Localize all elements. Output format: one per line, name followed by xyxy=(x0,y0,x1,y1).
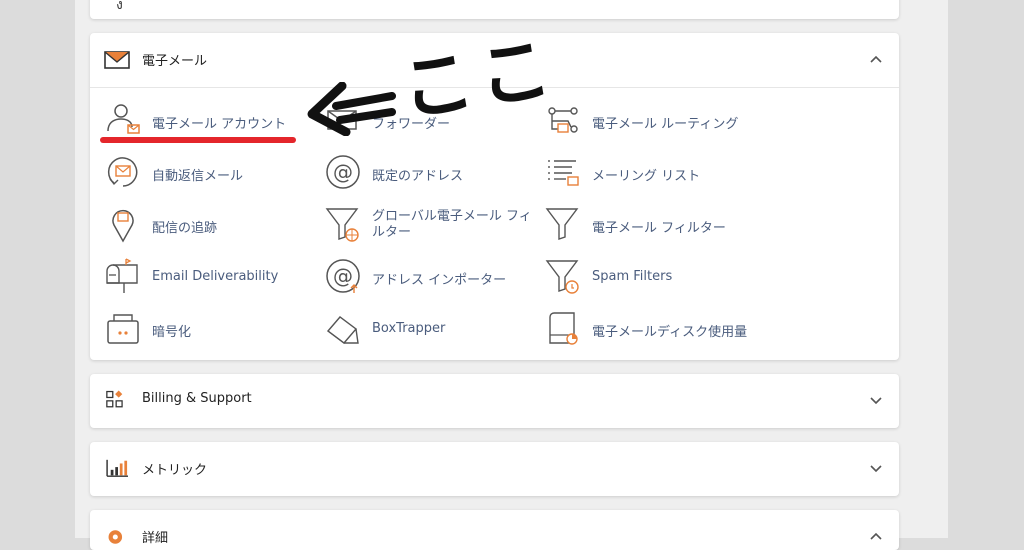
track-delivery-icon xyxy=(112,209,134,243)
address-importer-icon: @ xyxy=(326,259,360,293)
section-title: 電子メール xyxy=(142,54,208,69)
svg-text:@: @ xyxy=(333,264,353,288)
mailbox-icon xyxy=(106,258,138,293)
boxtrapper-item[interactable]: BoxTrapper xyxy=(324,309,524,349)
email-deliverability-item[interactable]: Email Deliverability xyxy=(104,257,304,297)
user-mail-icon xyxy=(107,104,140,134)
address-importer-item[interactable]: @ アドレス インポーター xyxy=(324,257,524,297)
svg-text:@: @ xyxy=(333,160,353,184)
mailing-lists-item[interactable]: メーリング リスト xyxy=(544,153,784,193)
spam-filters-item[interactable]: Spam Filters xyxy=(544,257,784,297)
item-label: アドレス インポーター xyxy=(372,273,507,288)
envelope-icon xyxy=(104,51,130,69)
autoresponder-icon xyxy=(107,157,138,187)
section-title: メトリック xyxy=(142,463,208,478)
item-label: 電子メール フィルター xyxy=(592,221,726,236)
chevron-down-icon[interactable] xyxy=(869,395,883,405)
autoresponders-item[interactable]: 自動返信メール xyxy=(104,153,304,193)
default-address-item[interactable]: @ 既定のアドレス xyxy=(324,153,524,193)
metrics-section[interactable]: メトリック xyxy=(90,442,899,496)
item-label: 電子メール ルーティング xyxy=(592,117,739,132)
encryption-icon xyxy=(107,314,139,344)
item-label: 配信の追跡 xyxy=(152,221,218,236)
billing-section[interactable]: Billing & Support xyxy=(90,374,899,428)
section-title: 詳細 xyxy=(142,531,169,546)
item-label: グローバル電子メール フィルター xyxy=(372,209,532,240)
item-label: メーリング リスト xyxy=(592,169,701,184)
email-disk-usage-item[interactable]: 電子メールディスク使用量 xyxy=(544,309,784,349)
section-title: Billing & Support xyxy=(142,391,252,406)
item-label: 既定のアドレス xyxy=(372,169,464,184)
item-label: 自動返信メール xyxy=(152,169,244,184)
disk-usage-icon xyxy=(549,312,578,345)
arrow-annotation-icon xyxy=(307,82,396,136)
mailing-list-icon xyxy=(548,160,579,186)
chevron-up-icon[interactable] xyxy=(869,531,883,541)
global-email-filters-item[interactable]: グローバル電子メール フィルター xyxy=(324,205,544,245)
spam-filter-icon xyxy=(545,260,579,294)
gear-icon xyxy=(108,530,123,544)
details-section[interactable]: 詳細 xyxy=(90,510,899,550)
apps-icon xyxy=(106,390,123,408)
encryption-item[interactable]: 暗号化 xyxy=(104,309,304,349)
item-label: Email Deliverability xyxy=(152,269,279,284)
item-label: 暗号化 xyxy=(152,325,192,340)
email-accounts-item[interactable]: 電子メール アカウント xyxy=(104,101,304,141)
item-label: 電子メール アカウント xyxy=(152,117,287,132)
item-label: Spam Filters xyxy=(592,269,673,284)
email-routing-item[interactable]: 電子メール ルーティング xyxy=(544,101,784,141)
filter-icon xyxy=(545,208,579,240)
item-label: 電子メールディスク使用量 xyxy=(592,325,748,340)
boxtrapper-icon xyxy=(326,316,359,344)
item-label: BoxTrapper xyxy=(372,321,446,336)
chevron-up-icon[interactable] xyxy=(869,54,883,64)
partial-icon: ง xyxy=(116,0,123,13)
highlight-underline xyxy=(100,137,296,143)
at-icon: @ xyxy=(326,155,360,189)
track-delivery-item[interactable]: 配信の追跡 xyxy=(104,205,304,245)
chevron-down-icon[interactable] xyxy=(869,463,883,473)
global-filter-icon xyxy=(325,208,359,242)
bar-chart-icon xyxy=(106,459,128,477)
email-filters-item[interactable]: 電子メール フィルター xyxy=(544,205,784,245)
